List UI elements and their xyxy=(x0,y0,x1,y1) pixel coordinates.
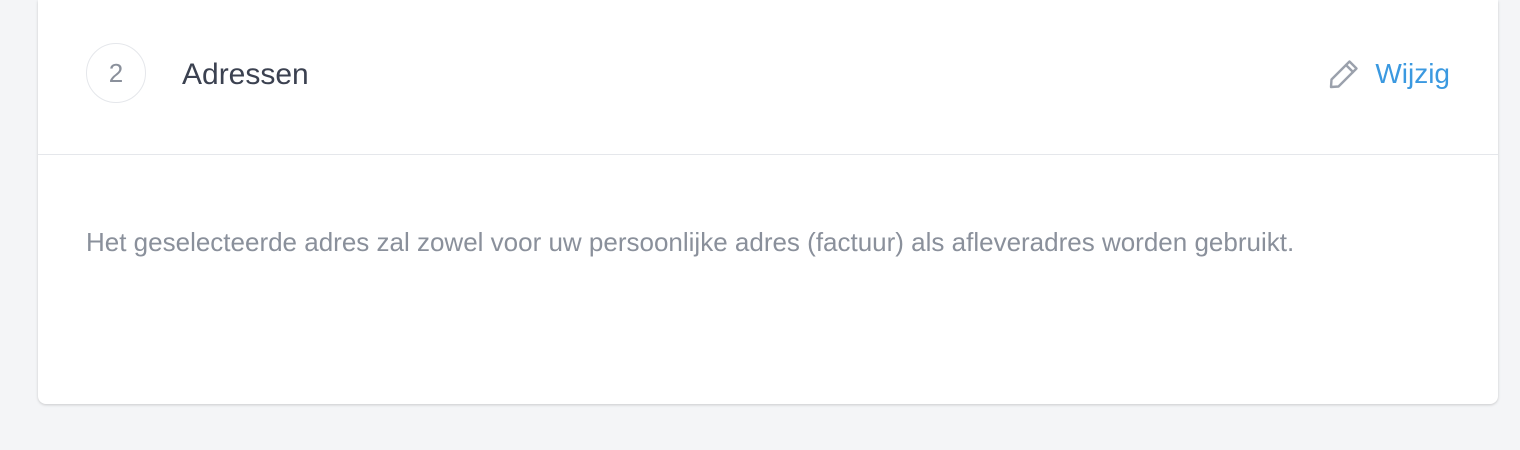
section-title: Adressen xyxy=(182,58,309,91)
pencil-icon xyxy=(1330,60,1359,89)
step-number-badge: 2 xyxy=(86,43,146,103)
edit-label: Wijzig xyxy=(1375,58,1450,89)
section-description: Het geselecteerde adres zal zowel voor u… xyxy=(86,227,1295,257)
address-section-card: 2 Adressen Wijzig Het geselecteerde adre… xyxy=(38,0,1498,404)
edit-button[interactable]: Wijzig xyxy=(1327,54,1450,94)
section-header: 2 Adressen Wijzig xyxy=(38,0,1498,155)
